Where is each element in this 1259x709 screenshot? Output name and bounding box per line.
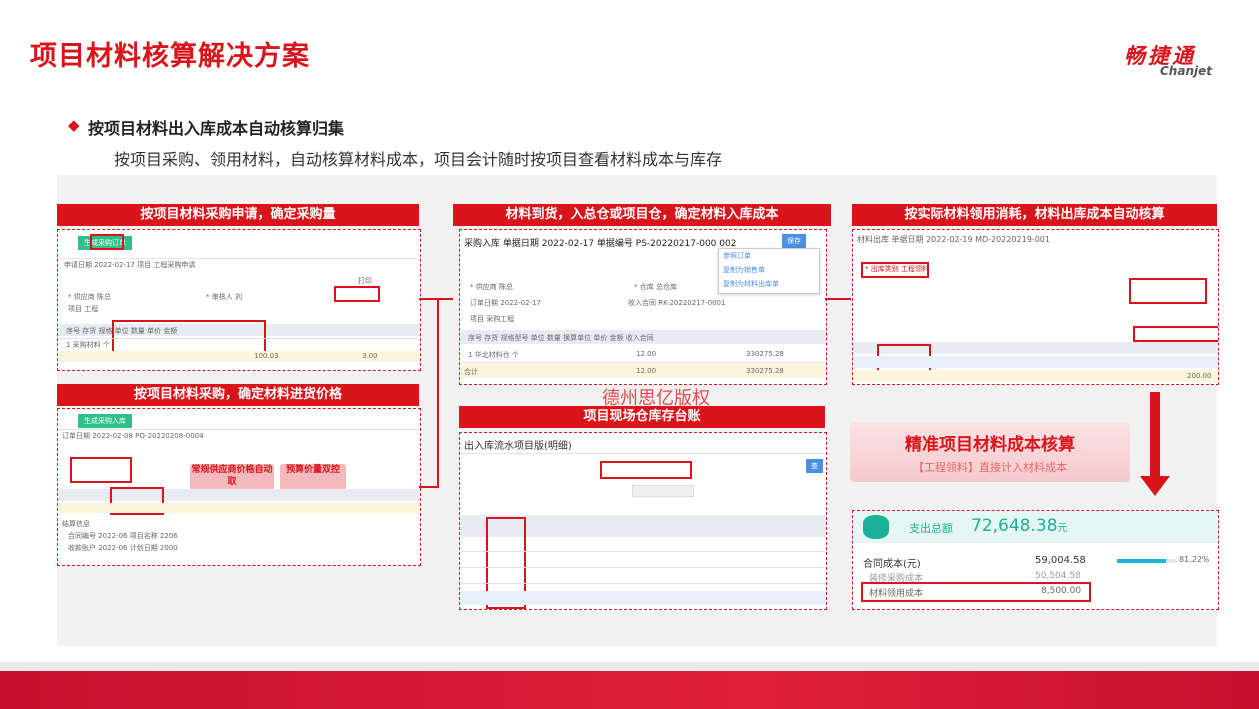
section-description: 按项目采购、领用材料，自动核算材料成本，项目会计随时按项目查看材料成本与库存 (114, 150, 723, 169)
purchase-price-screenshot: 生成采购入库 订单日期 2022-02-08 PO-20220208-0004 … (57, 408, 421, 566)
contract-cost-value: 59,004.58 (1035, 555, 1086, 566)
progress-fill (1117, 559, 1166, 563)
highlight-box (334, 286, 380, 302)
arrow-head-icon (1140, 476, 1170, 496)
highlight-box (1133, 326, 1218, 342)
connector-line (437, 298, 453, 300)
summary-label: 支出总额 (909, 522, 953, 535)
menu-item-reference-order[interactable]: 参照订单 (719, 249, 819, 263)
highlight-box (70, 457, 132, 483)
filter-button[interactable]: 查 (806, 459, 823, 473)
section-heading: 按项目材料出入库成本自动核算归集 (88, 119, 345, 138)
material-out-total: 200.00 (1187, 372, 1212, 380)
toggle-button[interactable] (632, 485, 694, 497)
total-qty: 3.00 (362, 352, 378, 360)
footer-shadow (0, 662, 1259, 671)
budget-control-tag: 预算价量双控 (280, 464, 346, 492)
purchase-cost-value: 50,504.58 (1035, 571, 1081, 581)
menu-item-copy-sales[interactable]: 复制为销售单 (719, 263, 819, 277)
arrival-header: 材料到货，入总仓或项目仓，确定材料入库成本 (453, 204, 831, 226)
purchase-request-screenshot: 生成采购订单 申请日期 2022-02-17 项目 工程采购申请 打印 * 供应… (57, 229, 421, 371)
highlight-box (600, 461, 692, 479)
supplier-price-tag: 常规供应商价格自动取 (190, 464, 274, 492)
brand-logo-en: Chanjet (1160, 64, 1212, 78)
connector-line (825, 298, 851, 300)
purchase-request-header: 按项目材料采购申请，确定采购量 (57, 204, 419, 226)
coin-stack-icon (863, 515, 889, 539)
arrival-screenshot: 采购入库 单据日期 2022-02-17 单据编号 PS-20220217-00… (459, 229, 827, 385)
diamond-bullet-icon: ◆ (68, 116, 80, 134)
total-amount: 100.03 (254, 352, 279, 360)
stock-ledger-screenshot: 出入库流水项目版(明细) 查 (459, 432, 827, 610)
accurate-cost-subtitle: 【工程领料】直接计入材料成本 (913, 461, 1067, 474)
arrival-qty: 12.00 (636, 350, 657, 358)
material-cost-label: 材料领用成本 (869, 589, 924, 599)
sheet-title: 出入库流水项目版(明细) (464, 441, 572, 452)
highlight-box (112, 320, 266, 354)
connector-line (419, 298, 439, 300)
summary-total: 72,648.38元 (971, 516, 1068, 536)
material-out-screenshot: 材料出库 单据日期 2022-02-19 MD-20220219-001 * 出… (852, 229, 1219, 385)
highlight-box (1129, 278, 1207, 304)
contract-cost-percent: 81.22% (1179, 555, 1210, 564)
material-out-header: 按实际材料领用消耗，材料出库成本自动核算 (852, 204, 1217, 226)
reference-menu: 参照订单 复制为销售单 复制为材料出库单 (718, 248, 820, 294)
down-arrow-icon (1150, 392, 1160, 478)
purchase-price-header: 按项目材料采购，确定材料进货价格 (57, 384, 419, 406)
material-cost-value: 8,500.00 (1041, 586, 1082, 596)
progress-track (1117, 559, 1177, 563)
footer-band (0, 671, 1259, 709)
accurate-cost-card: 精准项目材料成本核算 【工程领料】直接计入材料成本 (850, 422, 1130, 482)
save-button[interactable]: 保存 (782, 234, 806, 248)
accurate-cost-title: 精准项目材料成本核算 (905, 435, 1075, 455)
menu-item-copy-out[interactable]: 复制为材料出库单 (719, 277, 819, 291)
generate-button-2[interactable]: 生成采购入库 (78, 414, 132, 428)
arrival-total-qty: 12.00 (636, 367, 657, 375)
page-title: 项目材料核算解决方案 (30, 41, 310, 72)
arrival-amount: 330275.28 (746, 350, 784, 358)
highlight-box (90, 234, 124, 250)
stock-ledger-header: 项目现场仓库存台账 (459, 406, 825, 428)
contract-cost-label: 合同成本(元) (863, 559, 921, 570)
arrival-total-amount: 330275.28 (746, 367, 784, 375)
connector-line (419, 486, 439, 488)
summary-screenshot: 支出总额 72,648.38元 合同成本(元) 59,004.58 81.22%… (852, 510, 1219, 610)
connector-line (437, 298, 439, 488)
